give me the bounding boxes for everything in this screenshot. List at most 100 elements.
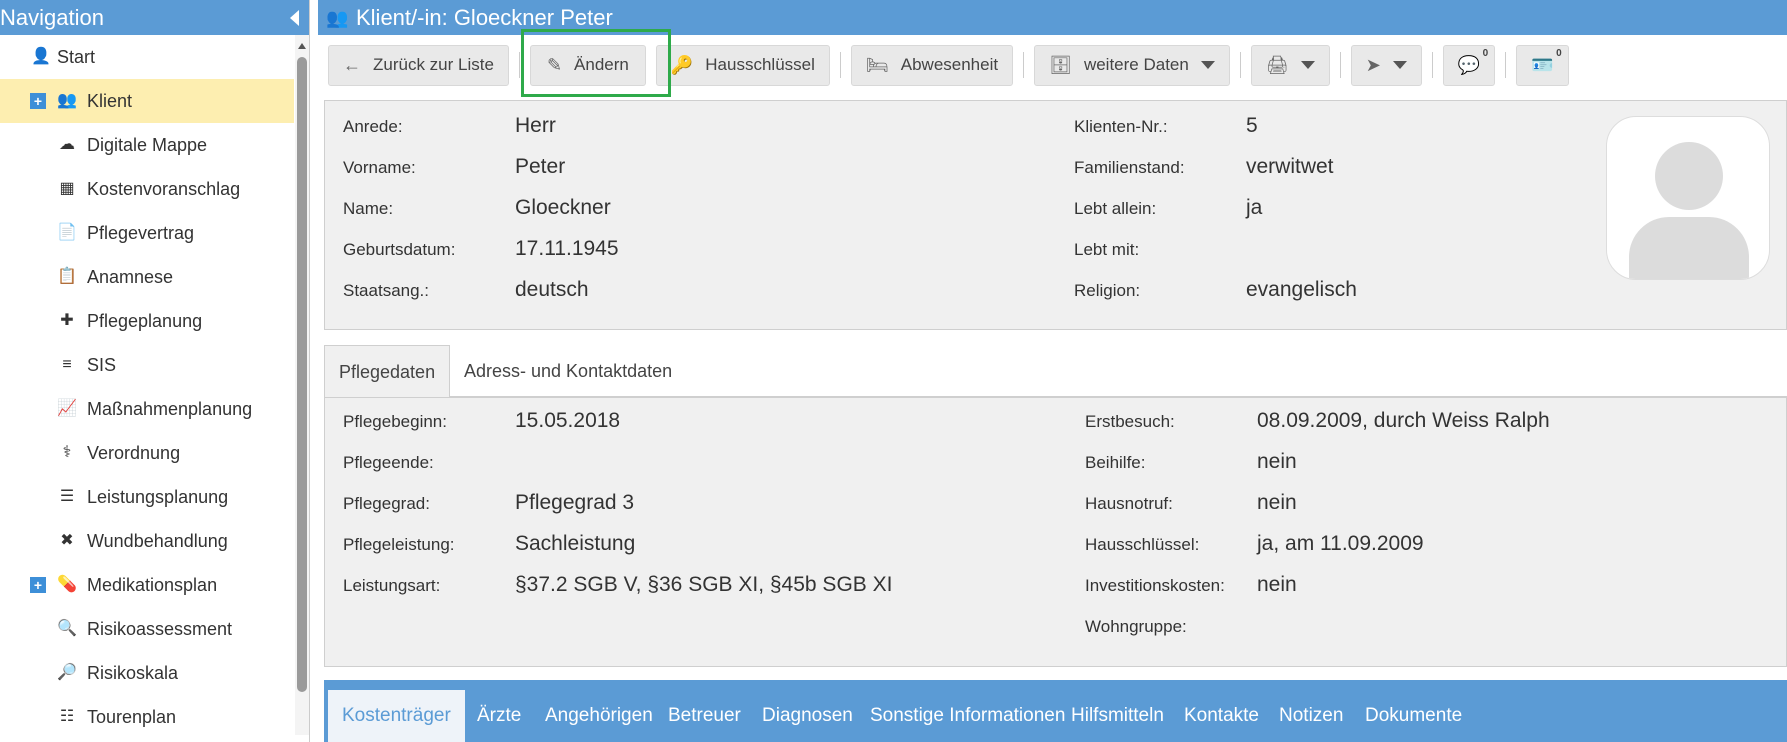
clients-icon: 👥 [57,92,77,109]
field-label: Geburtsdatum: [343,240,456,259]
expand-icon[interactable]: + [30,93,46,109]
sidebar-item-leistungsplanung[interactable]: ☰ Leistungsplanung [0,475,294,519]
tab-kontakte[interactable]: Kontakte [1170,690,1273,742]
scroll-up-icon[interactable] [298,43,306,49]
field-label: Wohngruppe: [1085,617,1187,636]
sidebar-item-pflegevertrag[interactable]: 📄 Pflegevertrag [0,211,294,255]
field-value: 08.09.2009, durch Weiss Ralph [1257,409,1550,432]
sidebar-item-label: Anamnese [87,266,174,287]
field-value: §37.2 SGB V, §36 SGB XI, §45b SGB XI [515,573,893,596]
printer-icon: 🖨 [1265,54,1289,75]
client-info-panel: Anrede: Herr Vorname: Peter Name: Gloeck… [324,100,1787,330]
toolbar-divider [1431,52,1433,78]
contract-icon: 📄 [57,224,77,241]
sidebar-item-klient[interactable]: + 👥 Klient [0,79,294,123]
id-card-count: 0 [1556,47,1562,59]
field-label: Familienstand: [1074,158,1185,177]
id-card-button[interactable]: 🪪 0 [1516,44,1569,86]
tab-dokumente[interactable]: Dokumente [1351,690,1476,742]
field-value: verwitwet [1246,155,1334,178]
scrollbar-thumb[interactable] [297,57,307,692]
toolbar-divider [1023,52,1025,78]
comments-icon: 💬 [1457,54,1481,75]
sidebar-item-anamnese[interactable]: 📋 Anamnese [0,255,294,299]
back-to-list-button[interactable]: ← Zurück zur Liste [328,44,509,86]
field-label: Lebt mit: [1074,240,1140,259]
tab-hilfsmitteln[interactable]: Hilfsmitteln [1057,690,1178,742]
sidebar-item-risikoassessment[interactable]: 🔍 Risikoassessment [0,607,294,651]
related-data-tabs: Kostenträger Ärzte Angehörigen Betreuer … [324,680,1787,742]
sidebar-item-pflegeplanung[interactable]: ✚ Pflegeplanung [0,299,294,343]
field-value: ja, am 11.09.2009 [1257,532,1424,555]
toolbar-divider [839,52,841,78]
magnifier-alert-icon: 🔍 [57,620,77,637]
field-value: Pflegegrad 3 [515,491,635,514]
field-value: 17.11.1945 [515,237,619,260]
field-value: nein [1257,491,1297,514]
comments-count: 0 [1482,47,1489,59]
key-icon: 🔑 [670,54,694,75]
print-dropdown[interactable]: 🖨 [1250,44,1330,86]
sidebar-item-label: Risikoassessment [87,618,233,639]
tab-angehoerigen[interactable]: Angehörigen [531,690,667,742]
tab-aerzte[interactable]: Ärzte [463,690,535,742]
sidebar-item-tourenplan[interactable]: ☷ Tourenplan [0,695,294,735]
more-data-label: weitere Daten [1083,55,1189,74]
bandage-icon: ✖ [60,532,74,549]
collapse-sidebar-icon[interactable] [290,10,299,26]
sidebar-item-label: Digitale Mappe [87,134,208,155]
field-label: Religion: [1074,281,1141,300]
expand-icon[interactable]: + [30,577,46,593]
field-label: Anrede: [343,117,403,136]
sidebar-item-start[interactable]: 👤 Start [0,35,294,79]
user-icon: 👤 [31,48,51,65]
tab-pflegedaten[interactable]: Pflegedaten [324,345,451,397]
toolbar: ← Zurück zur Liste ✎ Ändern 🔑 Hausschlüs… [328,44,1579,86]
sidebar-item-label: Verordnung [87,442,181,463]
tab-kostentraeger[interactable]: Kostenträger [328,690,465,742]
avatar[interactable] [1606,116,1770,280]
absence-label: Abwesenheit [900,55,999,74]
sidebar-item-digitale-mappe[interactable]: ☁ Digitale Mappe [0,123,294,167]
clients-icon: 👥 [326,8,349,28]
measures-icon: 📈 [57,400,77,417]
house-key-button[interactable]: 🔑 Hausschlüssel [655,44,830,86]
sidebar-item-wundbehandlung[interactable]: ✖ Wundbehandlung [0,519,294,563]
tab-adress-kontaktdaten[interactable]: Adress- und Kontaktdaten [450,345,686,397]
avatar-body-shape [1629,217,1749,279]
sidebar-item-label: SIS [87,354,117,375]
sidebar-scrollbar[interactable] [295,35,309,735]
medical-plan-icon: ✚ [60,312,74,329]
sidebar-item-verordnung[interactable]: ⚕ Verordnung [0,431,294,475]
tab-sonstige-informationen[interactable]: Sonstige Informationen [856,690,1079,742]
field-label: Pflegeende: [343,453,434,472]
more-data-dropdown[interactable]: 🗄 weitere Daten [1034,44,1230,86]
sidebar-item-sis[interactable]: ≡ SIS [0,343,294,387]
field-label: Klienten-Nr.: [1074,117,1168,136]
calculator-icon: ▦ [59,180,75,197]
sidebar-item-massnahmenplanung[interactable]: 📈 Maßnahmenplanung [0,387,294,431]
field-label: Pflegegrad: [343,494,430,513]
field-value: deutsch [515,278,589,301]
sidebar-item-medikationsplan[interactable]: + 💊 Medikationsplan [0,563,294,607]
absence-button[interactable]: 🛏 Abwesenheit [850,44,1014,86]
sidebar-item-label: Risikoskala [87,662,179,683]
toolbar-divider [518,52,520,78]
field-label: Lebt allein: [1074,199,1157,218]
field-label: Pflegebeginn: [343,412,447,431]
tab-diagnosen[interactable]: Diagnosen [748,690,867,742]
send-dropdown[interactable]: ➤ [1350,44,1422,86]
field-value: Gloeckner [515,196,611,219]
medication-icon: 💊 [57,576,77,593]
detail-tabs: Pflegedaten Adress- und Kontaktdaten [324,345,1787,397]
tour-icon: ☷ [59,708,75,725]
field-label: Hausnotruf: [1085,494,1173,513]
sidebar-item-kostenvoranschlag[interactable]: ▦ Kostenvoranschlag [0,167,294,211]
sidebar-item-risikoskala[interactable]: 🔎 Risikoskala [0,651,294,695]
clipboard-icon: 📋 [57,268,77,285]
comments-button[interactable]: 💬 0 [1442,44,1496,86]
field-label: Staatsang.: [343,281,430,300]
tab-betreuer[interactable]: Betreuer [654,690,755,742]
field-label: Investitionskosten: [1085,576,1225,595]
tab-notizen[interactable]: Notizen [1265,690,1357,742]
